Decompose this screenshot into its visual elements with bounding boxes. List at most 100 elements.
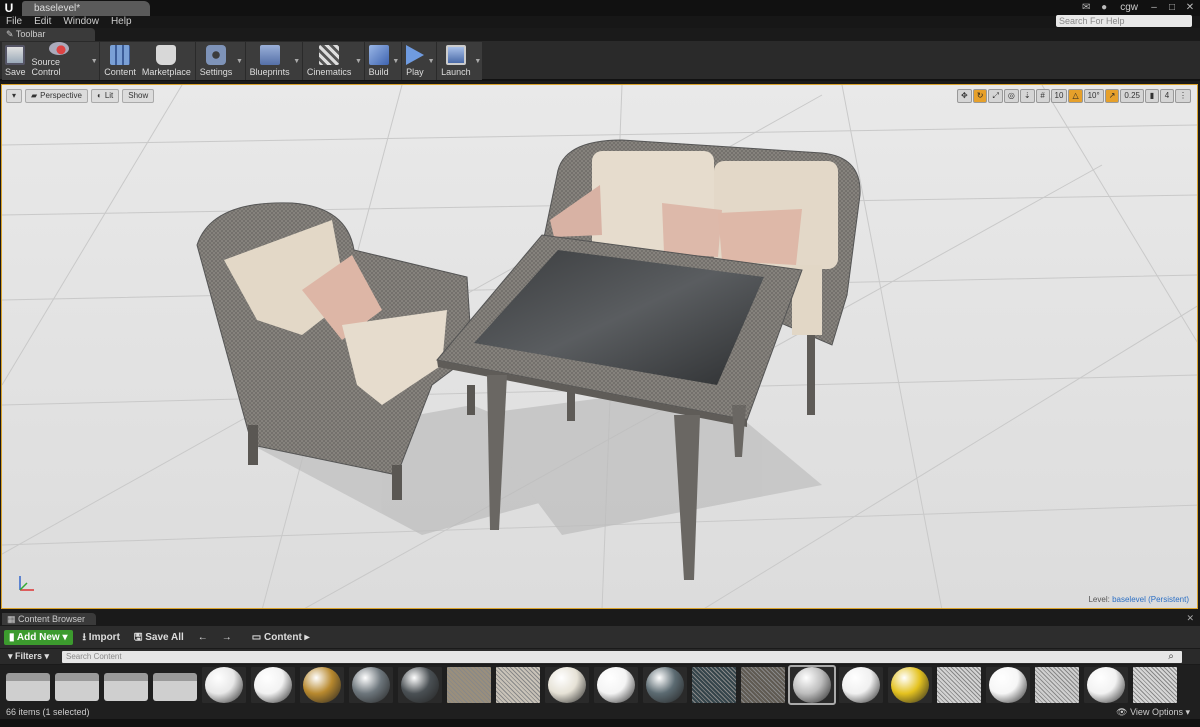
- sphere-asset-tile[interactable]: [202, 667, 246, 703]
- level-name-label: Level: baselevel (Persistent): [1088, 595, 1189, 604]
- perspective-cube-icon: ▰: [31, 91, 38, 100]
- content-search-input[interactable]: Search Content: [62, 651, 1182, 663]
- surface-snap-icon[interactable]: ⇣: [1019, 89, 1035, 103]
- settings-dropdown-icon[interactable]: ▼: [235, 42, 243, 80]
- sphere-asset-tile[interactable]: [839, 667, 883, 703]
- texture-asset-tile[interactable]: [496, 667, 540, 703]
- camera-speed-icon[interactable]: ▮: [1145, 89, 1159, 103]
- settings-button[interactable]: Settings: [197, 42, 236, 80]
- material-sphere-icon: [891, 667, 929, 703]
- help-search-input[interactable]: Search For Help: [1056, 15, 1192, 27]
- toolbar: Save Source Control ▼ Content Marketplac…: [0, 41, 1200, 81]
- world-local-icon[interactable]: ◎: [1003, 89, 1019, 103]
- sphere-asset-tile[interactable]: [300, 667, 344, 703]
- marketplace-button[interactable]: Marketplace: [139, 42, 194, 80]
- content-label: Content: [104, 67, 136, 77]
- texture-asset-tile[interactable]: [741, 667, 785, 703]
- texture-asset-tile[interactable]: [447, 667, 491, 703]
- cinematics-button[interactable]: Cinematics: [304, 42, 355, 80]
- folder-asset-tile[interactable]: [6, 673, 50, 701]
- marketplace-bag-icon: [156, 45, 177, 65]
- view-options-button[interactable]: 👁 View Options ▾: [1116, 705, 1190, 719]
- settings-label: Settings: [199, 67, 233, 77]
- menu-help[interactable]: Help: [105, 16, 138, 28]
- content-button[interactable]: Content: [101, 42, 139, 80]
- menu-edit[interactable]: Edit: [28, 16, 57, 28]
- content-browser-tab-label: Content Browser: [18, 614, 86, 624]
- build-button[interactable]: Build: [366, 42, 392, 80]
- camera-speed-value[interactable]: 4: [1160, 89, 1174, 103]
- source-control-dropdown-icon[interactable]: ▼: [90, 42, 98, 80]
- menu-file[interactable]: File: [0, 16, 28, 28]
- viewport-options-dropdown[interactable]: ▾: [6, 89, 23, 103]
- viewport-scene[interactable]: [2, 85, 1198, 609]
- content-path-breadcrumb[interactable]: ▭ Content ▸: [248, 630, 314, 645]
- add-new-button[interactable]: ▮ Add New ▾: [4, 629, 73, 645]
- cinematics-dropdown-icon[interactable]: ▼: [354, 42, 362, 80]
- texture-asset-tile[interactable]: [1035, 667, 1079, 703]
- marketplace-label: Marketplace: [141, 67, 191, 77]
- rotation-snap-value[interactable]: 10°: [1083, 89, 1104, 103]
- build-label: Build: [368, 67, 389, 77]
- sphere-asset-tile[interactable]: [594, 667, 638, 703]
- rotation-snap-icon[interactable]: △: [1068, 89, 1083, 103]
- notification-icon[interactable]: ✉: [1080, 2, 1092, 14]
- sphere-asset-tile[interactable]: [251, 667, 295, 703]
- scale-snap-icon[interactable]: ↗: [1104, 89, 1120, 103]
- sphere-asset-tile[interactable]: [643, 667, 687, 703]
- sphere-asset-tile[interactable]: [986, 667, 1030, 703]
- show-button[interactable]: Show: [122, 89, 155, 103]
- play-button[interactable]: Play: [403, 42, 427, 80]
- maximize-button[interactable]: □: [1166, 2, 1178, 14]
- blueprints-button[interactable]: Blueprints: [247, 42, 293, 80]
- launch-button[interactable]: Launch: [438, 42, 474, 80]
- unreal-logo-icon[interactable]: U: [2, 1, 16, 15]
- sphere-asset-tile[interactable]: [1084, 667, 1128, 703]
- folder-asset-tile[interactable]: [153, 673, 197, 701]
- material-sphere-icon: [842, 667, 880, 703]
- user-name[interactable]: cgw: [1116, 2, 1142, 14]
- save-button[interactable]: Save: [2, 42, 29, 80]
- minimize-button[interactable]: –: [1148, 2, 1160, 14]
- level-viewport[interactable]: ▾ ▰ Perspective ◐ Lit Show ✥ ↻ ⤢ ◎ ⇣ # 10 …: [1, 84, 1198, 609]
- folder-asset-tile[interactable]: [55, 673, 99, 701]
- level-document-tab[interactable]: baselevel*: [22, 1, 150, 16]
- sphere-asset-tile[interactable]: [398, 667, 442, 703]
- blueprints-dropdown-icon[interactable]: ▼: [293, 42, 301, 80]
- scale-snap-value[interactable]: 0.25: [1120, 89, 1144, 103]
- save-all-button[interactable]: 🖫 Save All: [130, 630, 188, 645]
- rotate-icon[interactable]: ↻: [972, 89, 988, 103]
- launch-dropdown-icon[interactable]: ▼: [474, 42, 482, 80]
- content-browser-close-icon[interactable]: ✕: [1186, 613, 1194, 624]
- perspective-button[interactable]: ▰ Perspective: [25, 89, 88, 103]
- history-forward-icon[interactable]: →: [218, 630, 236, 645]
- scale-icon[interactable]: ⤢: [988, 89, 1003, 103]
- sphere-asset-tile[interactable]: [788, 665, 836, 705]
- material-sphere-icon: [254, 667, 292, 703]
- history-back-icon[interactable]: ←: [194, 630, 212, 645]
- sphere-asset-tile[interactable]: [545, 667, 589, 703]
- texture-asset-tile[interactable]: [937, 667, 981, 703]
- texture-asset-tile[interactable]: [692, 667, 736, 703]
- play-dropdown-icon[interactable]: ▼: [427, 42, 435, 80]
- grid-snap-value[interactable]: 10: [1050, 89, 1068, 103]
- filters-button[interactable]: ▾ Filters ▾: [4, 651, 53, 662]
- maximize-viewport-icon[interactable]: ⋮: [1175, 89, 1191, 103]
- search-icon[interactable]: ⌕: [1164, 650, 1178, 664]
- content-status: 66 items (1 selected): [0, 705, 1200, 719]
- source-control-button[interactable]: Source Control: [29, 42, 91, 80]
- folder-asset-tile[interactable]: [104, 673, 148, 701]
- close-button[interactable]: ✕: [1184, 2, 1196, 14]
- translate-icon[interactable]: ✥: [957, 89, 972, 103]
- chat-icon[interactable]: ●: [1098, 2, 1110, 14]
- sphere-asset-tile[interactable]: [888, 667, 932, 703]
- menu-window[interactable]: Window: [57, 16, 105, 28]
- grid-snap-icon[interactable]: #: [1035, 89, 1050, 103]
- build-dropdown-icon[interactable]: ▼: [392, 42, 400, 80]
- lit-button[interactable]: ◐ Lit: [90, 89, 120, 103]
- sphere-asset-tile[interactable]: [349, 667, 393, 703]
- texture-asset-tile[interactable]: [1133, 667, 1177, 703]
- import-button[interactable]: ⭳ Import: [79, 630, 124, 645]
- content-browser-tab[interactable]: ▦ Content Browser: [2, 613, 96, 625]
- toolbar-tab[interactable]: ✎ Toolbar: [0, 28, 95, 41]
